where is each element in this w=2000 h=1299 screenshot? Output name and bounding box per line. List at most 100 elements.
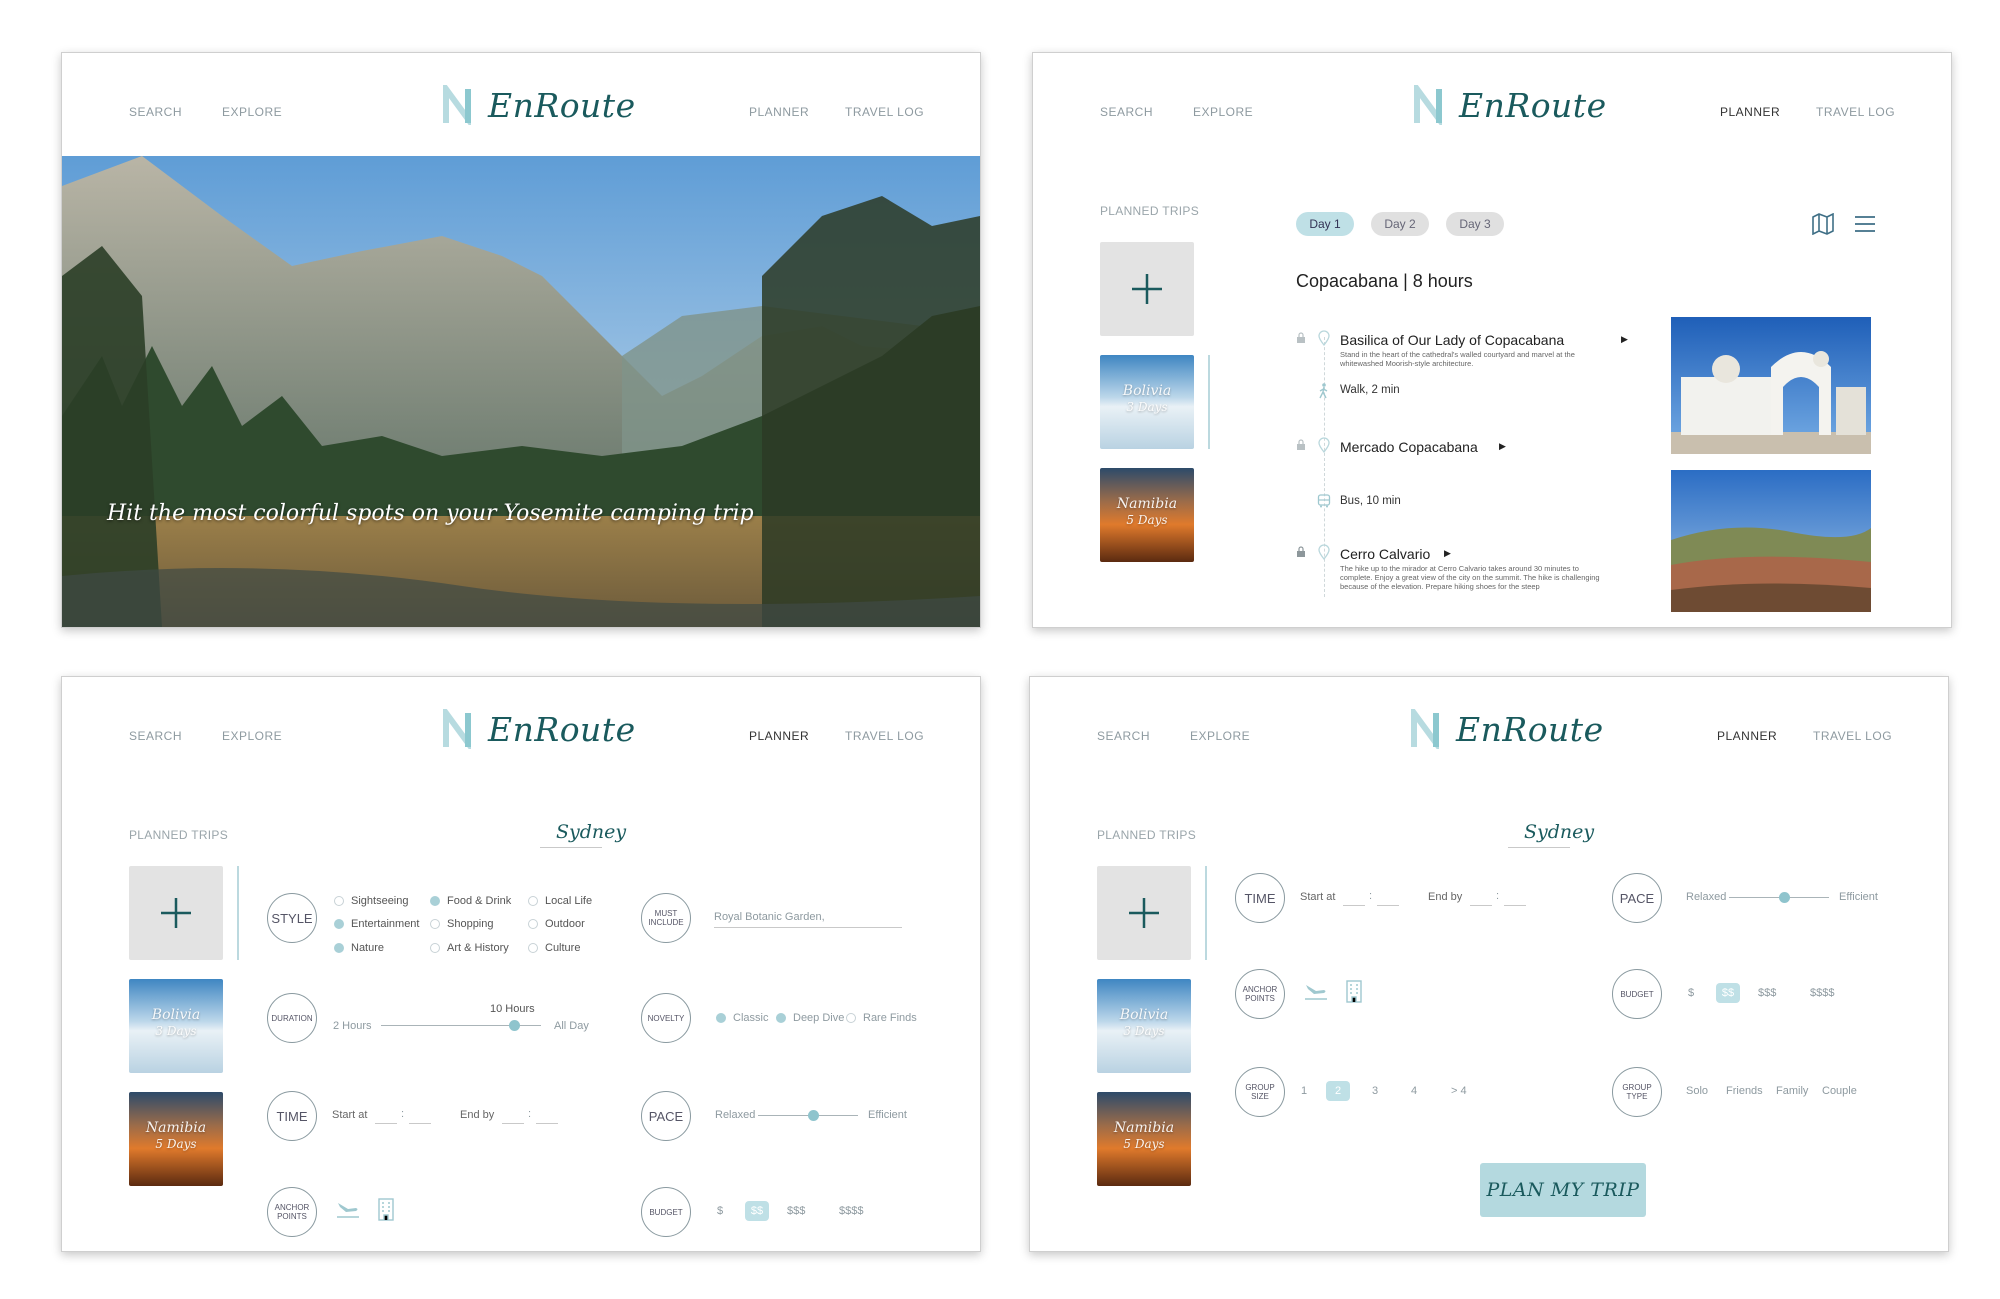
logo[interactable]: EnRoute: [442, 83, 636, 127]
group-type-option-family[interactable]: Family: [1776, 1085, 1808, 1097]
nav-explore[interactable]: EXPLORE: [222, 729, 282, 743]
pace-slider-knob[interactable]: [808, 1110, 819, 1121]
stop-title[interactable]: Basilica of Our Lady of Copacabana: [1340, 332, 1564, 348]
nav-planner[interactable]: PLANNER: [749, 729, 809, 743]
radio-icon: [528, 896, 538, 906]
budget-option-1[interactable]: $: [1688, 987, 1694, 999]
nav-travel-log[interactable]: TRAVEL LOG: [845, 105, 924, 119]
expand-arrow-icon[interactable]: ▶: [1621, 334, 1628, 345]
nav-search[interactable]: SEARCH: [1100, 105, 1153, 119]
novelty-option-deep-dive[interactable]: Deep Dive: [776, 1012, 844, 1024]
nav-planner[interactable]: PLANNER: [1717, 729, 1777, 743]
must-include-input[interactable]: Royal Botanic Garden,: [714, 911, 825, 923]
add-trip-button[interactable]: [129, 866, 223, 960]
end-hour-input[interactable]: [1470, 905, 1492, 906]
group-type-label: GROUP TYPE: [1622, 1083, 1651, 1101]
budget-option-3[interactable]: $$$: [787, 1205, 805, 1217]
add-trip-button[interactable]: [1097, 866, 1191, 960]
nav-explore[interactable]: EXPLORE: [1193, 105, 1253, 119]
nav-explore[interactable]: EXPLORE: [1190, 729, 1250, 743]
trip-card-bolivia[interactable]: Bolivia 3 Days: [1100, 355, 1194, 449]
lock-icon[interactable]: [1296, 546, 1306, 558]
group-type-option-solo[interactable]: Solo: [1686, 1085, 1708, 1097]
nav-travel-log[interactable]: TRAVEL LOG: [1816, 105, 1895, 119]
end-minute-input[interactable]: [1504, 905, 1526, 906]
style-option-culture[interactable]: Culture: [528, 942, 580, 954]
nav-search[interactable]: SEARCH: [129, 105, 182, 119]
budget-option-2-selected[interactable]: $$: [1716, 983, 1740, 1003]
group-size-option-1[interactable]: 1: [1301, 1085, 1307, 1097]
trip-card-bolivia[interactable]: Bolivia 3 Days: [1097, 979, 1191, 1073]
group-type-option-couple[interactable]: Couple: [1822, 1085, 1857, 1097]
nav-travel-log[interactable]: TRAVEL LOG: [845, 729, 924, 743]
plan-my-trip-button[interactable]: PLAN MY TRIP: [1480, 1163, 1646, 1217]
city-underline: [1508, 847, 1570, 848]
duration-min-label: 2 Hours: [333, 1020, 372, 1032]
tab-day-3[interactable]: Day 3: [1446, 212, 1504, 236]
end-by-label: End by: [1428, 891, 1463, 903]
style-option-entertainment[interactable]: Entertainment: [334, 918, 419, 930]
novelty-option-classic[interactable]: Classic: [716, 1012, 768, 1024]
time-label-circle: TIME: [267, 1091, 317, 1141]
style-option-local-life[interactable]: Local Life: [528, 895, 592, 907]
novelty-option-rare-finds[interactable]: Rare Finds: [846, 1012, 917, 1024]
nav-planner[interactable]: PLANNER: [1720, 105, 1780, 119]
start-minute-input[interactable]: [409, 1123, 431, 1124]
time-label: TIME: [1244, 890, 1276, 906]
plane-landing-icon[interactable]: [1304, 981, 1328, 1001]
destination-city[interactable]: Sydney: [556, 821, 626, 843]
logo[interactable]: EnRoute: [442, 707, 636, 751]
style-option-shopping[interactable]: Shopping: [430, 918, 494, 930]
start-minute-input[interactable]: [1377, 905, 1399, 906]
style-option-food-drink[interactable]: Food & Drink: [430, 895, 511, 907]
trip-card-namibia[interactable]: Namibia 5 Days: [1100, 468, 1194, 562]
time-separator: :: [1496, 890, 1500, 902]
trip-card-bolivia[interactable]: Bolivia 3 Days: [129, 979, 223, 1073]
end-hour-input[interactable]: [502, 1123, 524, 1124]
trip-card-namibia[interactable]: Namibia 5 Days: [129, 1092, 223, 1186]
expand-arrow-icon[interactable]: ▶: [1499, 441, 1506, 452]
group-size-option-2-selected[interactable]: 2: [1326, 1081, 1350, 1101]
end-minute-input[interactable]: [536, 1123, 558, 1124]
logo[interactable]: EnRoute: [1413, 83, 1607, 127]
tab-day-2[interactable]: Day 2: [1371, 212, 1429, 236]
tab-day-1[interactable]: Day 1: [1296, 212, 1354, 236]
start-hour-input[interactable]: [1343, 905, 1365, 906]
style-option-outdoor[interactable]: Outdoor: [528, 918, 585, 930]
style-option-art-history[interactable]: Art & History: [430, 942, 509, 954]
start-hour-input[interactable]: [375, 1123, 397, 1124]
group-type-option-friends[interactable]: Friends: [1726, 1085, 1763, 1097]
group-size-option-more[interactable]: > 4: [1451, 1085, 1467, 1097]
style-option-sightseeing[interactable]: Sightseeing: [334, 895, 409, 907]
lock-icon[interactable]: [1296, 332, 1306, 344]
list-menu-icon[interactable]: [1853, 213, 1877, 235]
pace-min-label: Relaxed: [1686, 891, 1727, 903]
stop-title[interactable]: Cerro Calvario: [1340, 546, 1430, 562]
hotel-building-icon[interactable]: [377, 1197, 395, 1221]
style-option-nature[interactable]: Nature: [334, 942, 384, 954]
group-size-option-3[interactable]: 3: [1372, 1085, 1378, 1097]
group-size-option-4[interactable]: 4: [1411, 1085, 1417, 1097]
budget-option-3[interactable]: $$$: [1758, 987, 1776, 999]
budget-option-4[interactable]: $$$$: [1810, 987, 1834, 999]
nav-planner[interactable]: PLANNER: [749, 105, 809, 119]
nav-explore[interactable]: EXPLORE: [222, 105, 282, 119]
map-icon[interactable]: [1811, 213, 1835, 235]
budget-option-4[interactable]: $$$$: [839, 1205, 863, 1217]
destination-city[interactable]: Sydney: [1524, 821, 1594, 843]
nav-travel-log[interactable]: TRAVEL LOG: [1813, 729, 1892, 743]
budget-option-2-selected[interactable]: $$: [745, 1201, 769, 1221]
pace-slider-knob[interactable]: [1779, 892, 1790, 903]
budget-option-1[interactable]: $: [717, 1205, 723, 1217]
add-trip-button[interactable]: [1100, 242, 1194, 336]
plane-landing-icon[interactable]: [336, 1199, 360, 1219]
logo[interactable]: EnRoute: [1410, 707, 1604, 751]
duration-slider-knob[interactable]: [508, 1020, 520, 1031]
trip-card-namibia[interactable]: Namibia 5 Days: [1097, 1092, 1191, 1186]
stop-title[interactable]: Mercado Copacabana: [1340, 439, 1478, 455]
expand-arrow-icon[interactable]: ▶: [1444, 548, 1451, 559]
lock-icon[interactable]: [1296, 439, 1306, 451]
nav-search[interactable]: SEARCH: [1097, 729, 1150, 743]
hotel-building-icon[interactable]: [1345, 979, 1363, 1003]
nav-search[interactable]: SEARCH: [129, 729, 182, 743]
